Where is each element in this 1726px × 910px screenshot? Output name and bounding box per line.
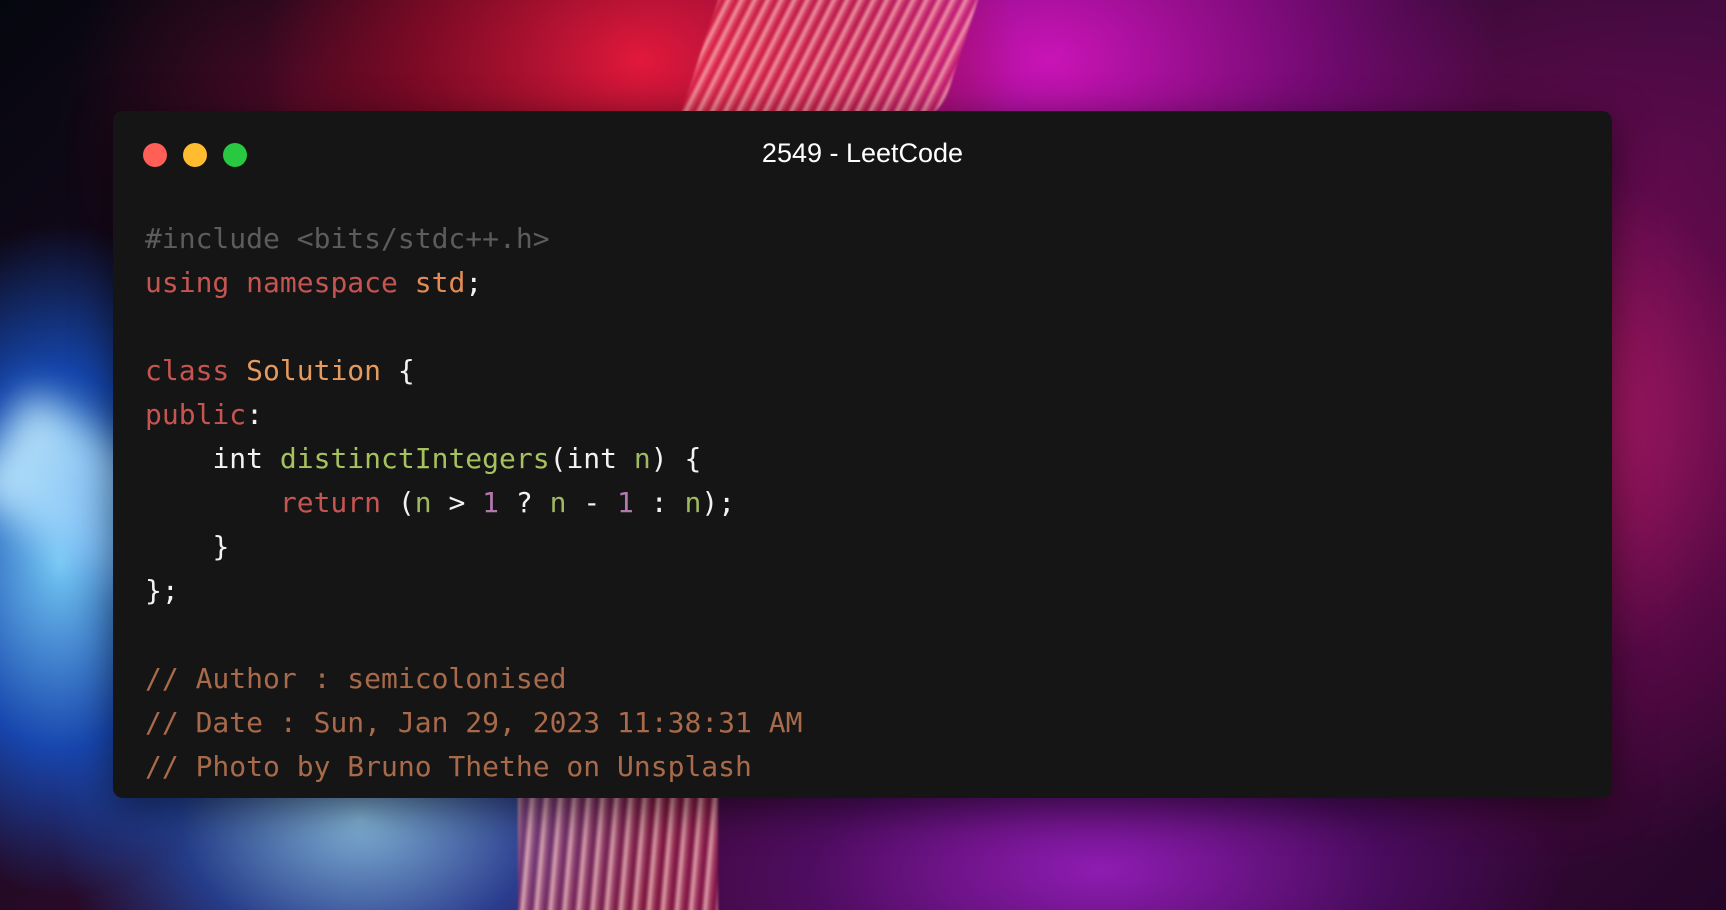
- return-type: int: [212, 442, 264, 475]
- window-title: 2549 - LeetCode: [761, 138, 964, 168]
- code-line-blank-2: [145, 613, 802, 657]
- function-name: distinctIntegers: [279, 442, 550, 475]
- right-paren: ): [650, 442, 668, 475]
- colon: :: [246, 398, 264, 431]
- comment-photo-credit: // Photo by Bruno Thethe on Unsplash: [145, 750, 752, 783]
- operator-colon: :: [650, 486, 668, 519]
- namespace-std: std: [414, 266, 466, 299]
- number-one-2: 1: [617, 486, 634, 519]
- keyword-public: public: [145, 398, 247, 431]
- operator-gt: >: [448, 486, 466, 519]
- keyword-namespace: namespace: [246, 266, 398, 299]
- code-line-function: int distinctIntegers(int n) {: [145, 437, 802, 481]
- code-line-public: public:: [145, 393, 802, 437]
- param-name: n: [633, 442, 651, 475]
- function-close-brace: }: [212, 530, 230, 563]
- code-line-class-close: };: [145, 569, 802, 613]
- comment-author: // Author : semicolonised: [145, 662, 567, 695]
- class-name: Solution: [246, 354, 382, 387]
- end-paren-semicolon: );: [701, 486, 736, 519]
- code-line-photo: // Photo by Bruno Thethe on Unsplash: [145, 745, 802, 789]
- function-open-brace: {: [684, 442, 702, 475]
- keyword-return: return: [279, 486, 382, 519]
- keyword-using: using: [145, 266, 230, 299]
- semicolon: ;: [465, 266, 483, 299]
- operator-minus: -: [583, 486, 601, 519]
- code-line-using: using namespace std;: [145, 261, 802, 305]
- operator-question: ?: [515, 486, 533, 519]
- expr-left-paren: (: [397, 486, 415, 519]
- open-brace: {: [397, 354, 415, 387]
- code-line-return: return (n > 1 ? n - 1 : n);: [145, 481, 802, 525]
- code-line-author: // Author : semicolonised: [145, 657, 802, 701]
- number-one: 1: [482, 486, 500, 519]
- preprocessor-directive: #include <bits/stdc++.h>: [145, 222, 550, 255]
- param-type: int: [566, 442, 618, 475]
- code-line-function-close: }: [145, 525, 802, 569]
- code-line-class: class Solution {: [145, 349, 802, 393]
- expr-var-n-3: n: [684, 486, 702, 519]
- keyword-class: class: [145, 354, 230, 387]
- expr-var-n-2: n: [549, 486, 567, 519]
- background-red-light-streaks-bottom: [518, 790, 718, 910]
- code-block: #include <bits/stdc++.h> using namespace …: [145, 217, 802, 789]
- class-close-brace: };: [145, 574, 179, 607]
- code-line-include: #include <bits/stdc++.h>: [145, 217, 802, 261]
- left-paren: (: [549, 442, 567, 475]
- expr-var-n: n: [414, 486, 432, 519]
- code-line-date: // Date : Sun, Jan 29, 2023 11:38:31 AM: [145, 701, 802, 745]
- comment-date: // Date : Sun, Jan 29, 2023 11:38:31 AM: [145, 706, 803, 739]
